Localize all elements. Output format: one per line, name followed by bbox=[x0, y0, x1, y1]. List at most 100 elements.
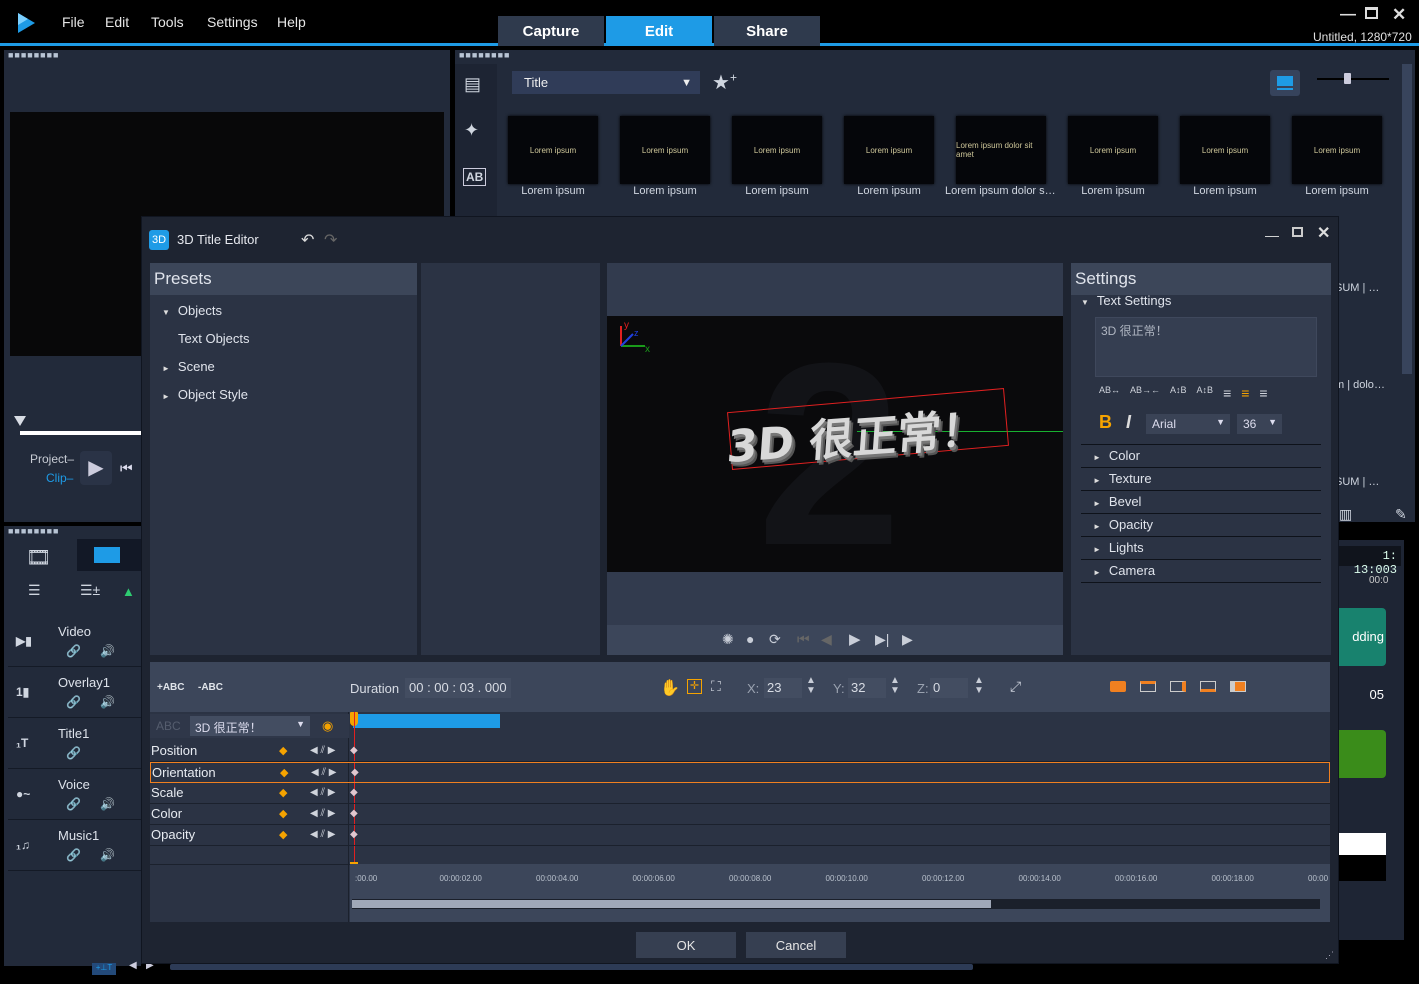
scrubber-handle[interactable] bbox=[14, 416, 26, 426]
library-scrollbar[interactable] bbox=[1402, 64, 1412, 374]
menu-file[interactable]: File bbox=[62, 14, 85, 30]
y-stepper[interactable]: ▲ ▼ bbox=[890, 676, 900, 696]
font-select[interactable]: Arial ▼ bbox=[1146, 414, 1230, 434]
add-favorite-icon[interactable]: ★+ bbox=[712, 70, 737, 95]
title-thumbnail[interactable]: Lorem ipsum bbox=[508, 116, 598, 184]
cancel-button[interactable]: Cancel bbox=[746, 932, 846, 958]
speaker-icon[interactable]: 🔊 bbox=[100, 644, 115, 658]
go-start-icon[interactable]: ⏮ bbox=[120, 460, 133, 477]
project-mode[interactable]: Project– bbox=[30, 452, 74, 466]
settings-section-camera[interactable]: ► Camera bbox=[1081, 560, 1321, 583]
view-side-icon[interactable] bbox=[1170, 681, 1186, 692]
tab-share[interactable]: Share bbox=[714, 16, 820, 46]
align-right-icon[interactable]: ≡ bbox=[1259, 385, 1267, 401]
category-select[interactable]: Title ▼ bbox=[512, 71, 700, 94]
track-header[interactable]: ₁♫ Music1 🔗 🔊 bbox=[8, 820, 144, 871]
keyframe-marker[interactable]: ◆ bbox=[350, 783, 358, 803]
view-front-icon[interactable] bbox=[1110, 681, 1126, 692]
preset-tree-item[interactable]: Text Objects bbox=[178, 331, 250, 346]
line-spacing-down-icon[interactable]: A↕B bbox=[1197, 385, 1214, 401]
scrollbar-thumb[interactable] bbox=[352, 900, 991, 908]
link-icon[interactable]: 🔗 bbox=[66, 644, 81, 658]
undo-icon[interactable]: ↶ bbox=[301, 230, 314, 250]
remove-text-button[interactable]: -ABC bbox=[198, 682, 223, 693]
link-icon[interactable]: 🔗 bbox=[66, 848, 81, 862]
play-button[interactable]: ▶ bbox=[80, 451, 112, 485]
timeline-hscrollbar[interactable] bbox=[170, 964, 973, 970]
up-arrow-icon[interactable]: ▲ bbox=[122, 584, 135, 599]
settings-section-color[interactable]: ► Color bbox=[1081, 445, 1321, 468]
keyframe-nav-icon[interactable]: ◀ ⫽ ▶ bbox=[310, 783, 335, 803]
keyframe-nav-icon[interactable]: ◀ ⫽ ▶ bbox=[310, 804, 335, 824]
add-keyframe-icon[interactable]: ◆ bbox=[279, 804, 287, 824]
speaker-icon[interactable]: 🔊 bbox=[100, 695, 115, 709]
media-icon[interactable]: ▤ bbox=[464, 74, 481, 95]
link-icon[interactable]: 🔗 bbox=[66, 797, 81, 811]
timeline-clip-overlay[interactable] bbox=[1339, 730, 1386, 778]
prev-frame-icon[interactable]: ◀ bbox=[821, 631, 832, 648]
align-left-icon[interactable]: ≡ bbox=[1223, 385, 1231, 401]
title-icon[interactable]: AB bbox=[463, 168, 487, 186]
keyframe-nav-icon[interactable]: ◀ ⫽ ▶ bbox=[310, 741, 335, 761]
timeline-view-button[interactable] bbox=[77, 539, 141, 571]
duration-bar[interactable] bbox=[353, 714, 500, 728]
y-input[interactable]: 32 bbox=[848, 678, 886, 698]
track-manager-icon[interactable]: ☰ bbox=[28, 582, 41, 599]
track-header[interactable]: ●~ Voice 🔗 🔊 bbox=[8, 769, 144, 820]
menu-tools[interactable]: Tools bbox=[151, 14, 184, 30]
z-input[interactable]: 0 bbox=[930, 678, 968, 698]
preview-canvas[interactable]: 2 y x z 3D 很正常！ bbox=[607, 316, 1063, 572]
panel-grip[interactable]: ■■■■■■■■ bbox=[8, 50, 60, 60]
add-keyframe-icon[interactable]: ◆ bbox=[280, 763, 288, 783]
timecode-display[interactable]: 1: 13:003 bbox=[1339, 546, 1401, 577]
object-icon[interactable]: ● bbox=[746, 631, 754, 647]
settings-section-bevel[interactable]: ► Bevel bbox=[1081, 491, 1321, 514]
keyframe-row-orientation[interactable]: Orientation ◆ ◀ ⫽ ▶ ◆ bbox=[150, 762, 1330, 783]
duration-input[interactable]: 00 : 00 : 03 . 000 bbox=[405, 678, 511, 698]
italic-button[interactable]: I bbox=[1126, 412, 1131, 433]
track-header[interactable]: ▶▮ Video 🔗 🔊 bbox=[8, 616, 144, 667]
link-icon[interactable]: 🔗 bbox=[66, 746, 81, 760]
settings-section-opacity[interactable]: ► Opacity bbox=[1081, 514, 1321, 537]
minimize-icon[interactable]: — bbox=[1340, 6, 1356, 24]
title-thumbnail[interactable]: Lorem ipsum dolor sit amet bbox=[956, 116, 1046, 184]
clip-mode[interactable]: Clip– bbox=[46, 471, 73, 485]
go-start-icon[interactable]: ⏮ bbox=[797, 631, 810, 648]
keyframe-marker[interactable]: ◆ bbox=[351, 763, 359, 783]
timeline-clip-video[interactable]: dding 05 bbox=[1339, 608, 1386, 702]
dialog-close-icon[interactable]: ✕ bbox=[1317, 223, 1330, 243]
pan-hand-icon[interactable]: ✋ bbox=[660, 678, 680, 698]
track-header[interactable]: ₁T Title1 🔗 bbox=[8, 718, 144, 769]
settings-section-lights[interactable]: ► Lights bbox=[1081, 537, 1321, 560]
redo-icon[interactable]: ↷ bbox=[324, 230, 337, 250]
z-stepper[interactable]: ▲ ▼ bbox=[974, 676, 984, 696]
dialog-minimize-icon[interactable]: — bbox=[1265, 227, 1279, 243]
speaker-icon[interactable]: 🔊 bbox=[100, 848, 115, 862]
next-frame-icon[interactable]: ▶| bbox=[875, 631, 889, 648]
view-perspective-icon[interactable] bbox=[1230, 681, 1246, 692]
bold-button[interactable]: B bbox=[1099, 412, 1112, 433]
keyframe-nav-icon[interactable]: ◀ ⫽ ▶ bbox=[311, 763, 336, 783]
char-spacing-expand-icon[interactable]: AB↔ bbox=[1099, 385, 1120, 401]
font-size-select[interactable]: 36 ▼ bbox=[1237, 414, 1282, 434]
preset-tree-item[interactable]: ► Scene bbox=[162, 359, 215, 374]
keyframe-row-color[interactable]: Color ◆ ◀ ⫽ ▶ ◆ bbox=[150, 804, 1330, 825]
tab-capture[interactable]: Capture bbox=[498, 16, 604, 46]
view-bottom-icon[interactable] bbox=[1200, 681, 1216, 692]
visibility-eye-icon[interactable]: ◉ bbox=[322, 718, 333, 734]
preset-tree-item[interactable]: ▼ Objects bbox=[162, 303, 222, 318]
panel-grip[interactable]: ■■■■■■■■ bbox=[459, 50, 511, 60]
thumb-size-slider[interactable] bbox=[1317, 78, 1389, 80]
add-keyframe-icon[interactable]: ◆ bbox=[279, 741, 287, 761]
keyframe-row-opacity[interactable]: Opacity ◆ ◀ ⫽ ▶ ◆ bbox=[150, 825, 1330, 846]
edit-icon[interactable]: ✎ bbox=[1395, 506, 1407, 523]
move-tool-icon[interactable]: ✛ bbox=[687, 679, 702, 694]
add-track-icon[interactable]: ☰± bbox=[80, 582, 100, 599]
ok-button[interactable]: OK bbox=[636, 932, 736, 958]
menu-edit[interactable]: Edit bbox=[105, 14, 129, 30]
text-settings-toggle[interactable]: ▼ Text Settings bbox=[1081, 293, 1171, 308]
keyframe-marker[interactable]: ◆ bbox=[350, 825, 358, 845]
storyboard-view-icon[interactable]: 🎞 bbox=[26, 545, 51, 570]
menu-settings[interactable]: Settings bbox=[207, 14, 258, 30]
keyframe-row-position[interactable]: Position ◆ ◀ ⫽ ▶ ◆ bbox=[150, 741, 1330, 762]
